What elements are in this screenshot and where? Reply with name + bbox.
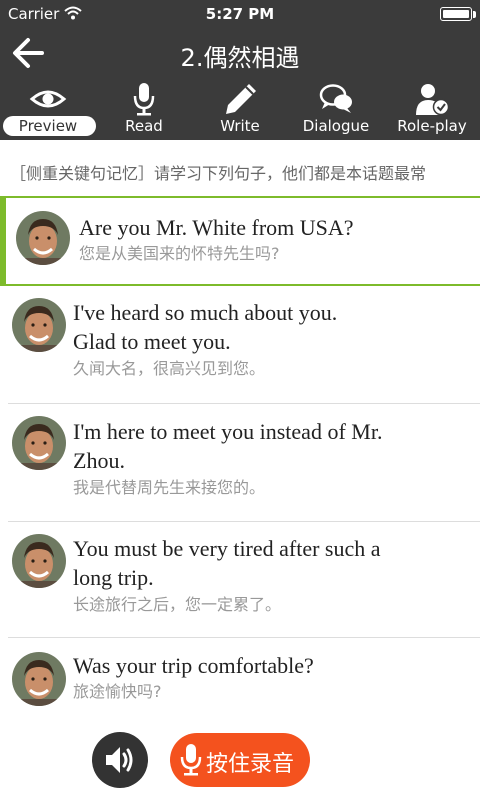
chinese-translation: 旅途愉快吗? xyxy=(73,682,162,701)
avatar xyxy=(12,416,66,470)
intro-panel: ［侧重关键句记忆］请学习下列句子，他们都是本话题最常 xyxy=(0,140,480,188)
avatar xyxy=(12,534,66,588)
speech-bubbles-icon xyxy=(319,84,352,113)
microphone-icon xyxy=(180,744,202,776)
tab-read[interactable]: Read xyxy=(96,78,192,140)
english-sentence: Are you Mr. White from USA? xyxy=(79,215,354,240)
sentence-row-2[interactable]: I've heard so much about you. Glad to mee… xyxy=(0,286,480,404)
sentence-row-4[interactable]: You must be very tired after such a long … xyxy=(0,522,480,638)
mode-tab-bar: Preview Read Write Dialogue Role-play xyxy=(0,78,480,140)
person-check-icon xyxy=(416,84,450,116)
microphone-icon xyxy=(133,83,155,116)
play-audio-button[interactable] xyxy=(92,732,148,788)
record-label: 按住录音 xyxy=(206,752,295,777)
battery-icon xyxy=(440,7,472,21)
navigation-bar: 2.偶然相遇 xyxy=(0,28,480,78)
tab-dialogue-label: Dialogue xyxy=(302,117,370,135)
tab-write[interactable]: Write xyxy=(192,78,288,140)
tab-dialogue[interactable]: Dialogue xyxy=(288,78,384,140)
chinese-translation: 您是从美国来的怀特先生吗? xyxy=(79,244,280,263)
tab-role-play-label: Role-play xyxy=(397,117,467,135)
eye-icon xyxy=(29,90,67,108)
english-sentence: Was your trip comfortable? xyxy=(73,653,314,678)
clock: 5:27 PM xyxy=(205,5,275,23)
chinese-translation: 久闻大名，很高兴见到您。 xyxy=(73,359,266,378)
avatar xyxy=(12,652,66,706)
sentence-row-3[interactable]: I'm here to meet you instead of Mr. Zhou.… xyxy=(0,404,480,522)
status-bar: Carrier 5:27 PM xyxy=(0,0,480,28)
intro-text: ［侧重关键句记忆］请学习下列句子，他们都是本话题最常 xyxy=(10,164,427,182)
hold-to-record-button[interactable]: 按住录音 xyxy=(170,733,310,787)
tab-preview-label: Preview xyxy=(18,117,78,135)
english-sentence: I've heard so much about you. Glad to mee… xyxy=(73,300,338,354)
tab-preview[interactable]: Preview xyxy=(0,78,96,140)
chinese-translation: 长途旅行之后，您一定累了。 xyxy=(73,595,282,614)
tab-read-label: Read xyxy=(125,117,163,135)
bottom-controls: 按住录音 xyxy=(0,720,480,800)
tab-write-label: Write xyxy=(220,117,260,135)
english-sentence: You must be very tired after such a long … xyxy=(73,536,381,590)
avatar xyxy=(12,298,66,352)
page-title: 2.偶然相遇 xyxy=(180,44,300,72)
sentence-row-1[interactable]: Are you Mr. White from USA? 您是从美国来的怀特先生吗… xyxy=(0,196,480,286)
sentence-row-5[interactable]: Was your trip comfortable? 旅途愉快吗? xyxy=(0,638,480,718)
pencil-icon xyxy=(226,84,256,114)
speaker-icon xyxy=(106,747,133,773)
tab-role-play[interactable]: Role-play xyxy=(384,78,480,140)
avatar xyxy=(16,211,70,265)
english-sentence: I'm here to meet you instead of Mr. Zhou. xyxy=(73,419,383,473)
chinese-translation: 我是代替周先生来接您的。 xyxy=(73,478,266,497)
sentence-list[interactable]: Are you Mr. White from USA? 您是从美国来的怀特先生吗… xyxy=(0,188,480,718)
